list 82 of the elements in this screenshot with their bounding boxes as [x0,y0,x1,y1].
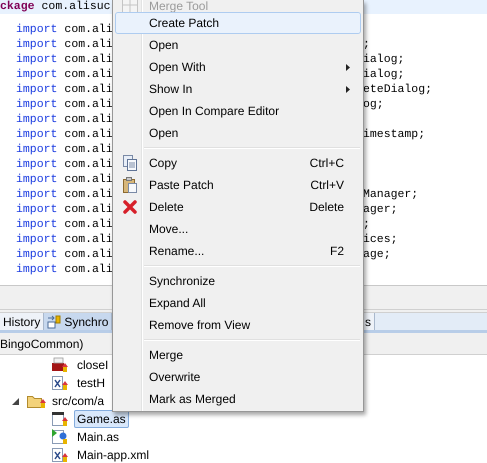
menu-item[interactable]: Synchronize [115,270,361,292]
menu-item[interactable]: Create Patch [115,12,361,34]
tree-item[interactable]: src/com/a [49,392,108,410]
code-text: com.ali [64,82,113,97]
code-text: ; [363,217,370,232]
code-keyword: import [16,37,58,52]
menu-item[interactable]: Open [115,34,361,56]
code-keyword: import [16,112,58,127]
code-text: com.ali [64,22,113,37]
code-text: ialog; [363,67,404,82]
code-keyword: import [16,247,58,262]
code-text: ices; [363,232,398,247]
menu-item[interactable]: Open With [115,56,361,78]
code-keyword: import [16,142,58,157]
code-keyword: import [16,232,58,247]
code-text: com.ali [64,262,113,277]
delete-icon [123,200,137,214]
code-text: com.alisuc [42,0,111,14]
code-file-icon [52,411,69,427]
code-text: imestamp; [363,127,426,142]
code-keyword: import [16,67,58,82]
code-text: com.ali [64,97,113,112]
code-text: ialog; [363,52,404,67]
code-text: com.ali [64,37,113,52]
code-keyword: import [16,22,58,37]
code-text: og; [363,97,384,112]
code-keyword: import [16,172,58,187]
menu-item[interactable]: Mark as Merged [115,388,361,410]
menu-item[interactable]: Rename... F2 [115,240,361,262]
code-text: com.ali [64,187,113,202]
code-text: ; [363,37,370,52]
menu-item[interactable]: Move... [115,218,361,240]
menu-item[interactable]: Show In [115,78,361,100]
code-keyword: ckage [0,0,35,14]
view-tab[interactable]: Synchro [44,313,112,330]
menu-item[interactable]: Overwrite [115,366,361,388]
code-keyword: import [16,187,58,202]
code-text: com.ali [64,157,113,172]
code-text: com.ali [64,232,113,247]
code-text: eteDialog; [363,82,432,97]
folder-icon [27,393,47,409]
code-keyword: import [16,97,58,112]
code-keyword: import [16,262,58,277]
code-text: com.ali [64,67,113,82]
copy-icon [123,155,137,171]
tree-item[interactable]: closeI [74,356,112,374]
code-text: com.ali [64,202,113,217]
breadcrumb-text: BingoCommon) [0,336,84,352]
menu-item[interactable]: Open [115,122,361,144]
code-keyword: import [16,202,58,217]
code-file-icon [52,429,69,445]
code-text: com.ali [64,172,113,187]
tree-item[interactable]: testH [74,374,108,392]
menu-item[interactable]: Paste Patch Ctrl+V [115,174,361,196]
image-file-icon [52,357,69,373]
code-text: com.ali [64,112,113,127]
clipboard-icon [123,177,137,193]
code-keyword: import [16,127,58,142]
code-text: com.ali [64,142,113,157]
tree-item[interactable]: Main-app.xml [74,446,152,463]
code-keyword: import [16,82,58,97]
menu-item[interactable]: Merge [115,344,361,366]
code-text: com.ali [64,52,113,67]
code-text: com.ali [64,217,113,232]
xml-file-icon [52,375,69,391]
menu-item[interactable]: Remove from View [115,314,361,336]
code-text: Manager; [363,187,418,202]
code-text: com.ali [64,127,113,142]
menu-item[interactable]: Delete Delete [115,196,361,218]
code-text: ager; [363,202,398,217]
tree-item[interactable]: Main.as [74,428,122,446]
expanded-arrow-icon[interactable] [12,398,19,404]
tree-item[interactable]: Game.as [74,410,129,428]
menu-item[interactable]: Copy Ctrl+C [115,152,361,174]
code-keyword: import [16,157,58,172]
code-text: age; [363,247,391,262]
code-keyword: import [16,217,58,232]
code-text: com.ali [64,247,113,262]
sync-icon [47,314,62,328]
menu-item[interactable]: Open In Compare Editor [115,100,361,122]
code-keyword: import [16,52,58,67]
view-tab[interactable]: History [0,313,44,330]
